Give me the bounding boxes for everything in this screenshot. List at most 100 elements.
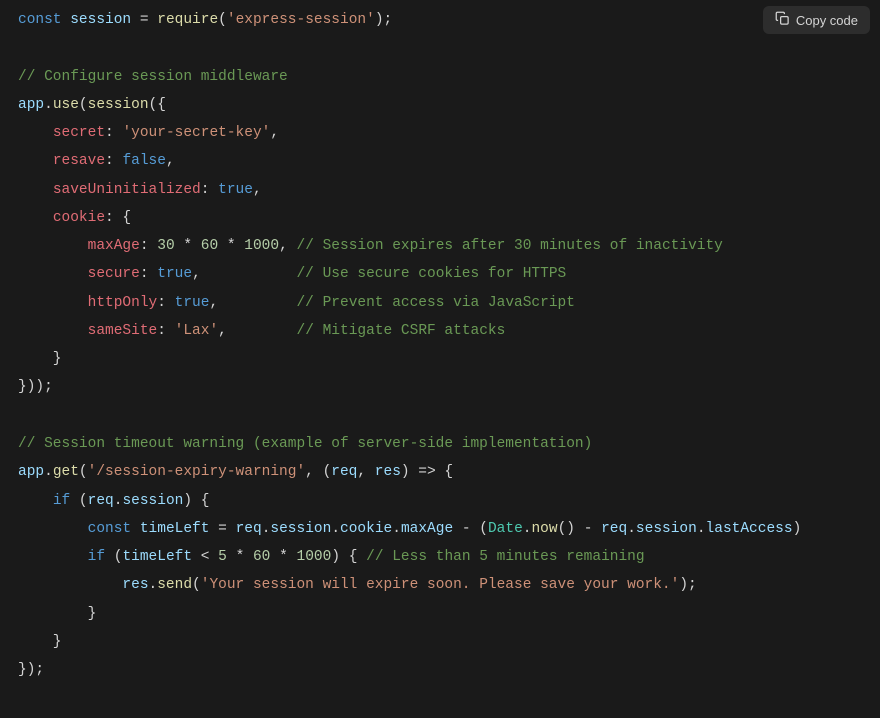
copy-code-label: Copy code xyxy=(796,13,858,28)
code-token: res xyxy=(375,464,401,480)
code-token: // Prevent access via JavaScript xyxy=(296,295,574,311)
code-token: ) xyxy=(793,521,802,537)
code-token: httpOnly xyxy=(88,295,158,311)
code-token: : xyxy=(157,323,174,339)
code-token: * xyxy=(218,238,244,254)
code-token xyxy=(18,521,88,537)
code-token: , xyxy=(166,153,175,169)
code-token: , xyxy=(253,182,262,198)
code-token: ) { xyxy=(183,493,209,509)
code-token xyxy=(18,577,122,593)
code-token: } xyxy=(18,606,96,622)
code-token: : xyxy=(140,238,157,254)
code-token: < xyxy=(192,549,218,565)
code-token: resave xyxy=(53,153,105,169)
code-token: false xyxy=(122,153,166,169)
code-token: : { xyxy=(105,210,131,226)
code-token xyxy=(18,266,88,282)
code-token xyxy=(18,153,53,169)
code-token: , xyxy=(279,238,296,254)
code-token xyxy=(18,295,88,311)
code-token: if xyxy=(53,493,70,509)
code-token: - ( xyxy=(453,521,488,537)
code-token: true xyxy=(157,266,192,282)
code-token: const xyxy=(88,521,140,537)
code-token: : xyxy=(140,266,157,282)
code-token: get xyxy=(53,464,79,480)
code-token: if xyxy=(88,549,105,565)
code-token: . xyxy=(627,521,636,537)
code-token: 60 xyxy=(253,549,270,565)
code-token: session xyxy=(270,521,331,537)
code-token: sameSite xyxy=(88,323,158,339)
code-token: // Session expires after 30 minutes of i… xyxy=(297,238,723,254)
copy-icon xyxy=(775,11,790,29)
code-token: () - xyxy=(558,521,602,537)
code-token: session xyxy=(70,12,131,28)
code-token: . xyxy=(331,521,340,537)
code-token: '/session-expiry-warning' xyxy=(88,464,306,480)
code-token: } xyxy=(18,351,62,367)
code-token: require xyxy=(157,12,218,28)
code-token: : xyxy=(105,153,122,169)
code-token: Date xyxy=(488,521,523,537)
code-token: ) { xyxy=(331,549,366,565)
code-token: ( xyxy=(105,549,122,565)
copy-code-button[interactable]: Copy code xyxy=(763,6,870,34)
code-token: // Session timeout warning (example of s… xyxy=(18,436,592,452)
code-token: * xyxy=(175,238,201,254)
code-token xyxy=(18,238,88,254)
code-token: 1000 xyxy=(297,549,332,565)
code-token: 30 xyxy=(157,238,174,254)
code-token: })); xyxy=(18,379,53,395)
code-token: secure xyxy=(88,266,140,282)
code-token: , xyxy=(192,266,296,282)
code-token: 'Your session will expire soon. Please s… xyxy=(201,577,680,593)
code-token: , ( xyxy=(305,464,331,480)
code-token: // Less than 5 minutes remaining xyxy=(366,549,644,565)
code-token: saveUninitialized xyxy=(53,182,201,198)
code-token: , xyxy=(270,125,279,141)
code-token: * xyxy=(227,549,253,565)
code-token: 1000 xyxy=(244,238,279,254)
code-token: true xyxy=(218,182,253,198)
code-token xyxy=(18,125,53,141)
code-token: 'express-session' xyxy=(227,12,375,28)
code-token: // Use secure cookies for HTTPS xyxy=(296,266,566,282)
code-token: ( xyxy=(79,464,88,480)
code-token: : xyxy=(157,295,174,311)
code-token: . xyxy=(149,577,158,593)
code-token: ( xyxy=(192,577,201,593)
code-token: * xyxy=(270,549,296,565)
code-token: use xyxy=(53,97,79,113)
code-token: 'your-secret-key' xyxy=(122,125,270,141)
code-token: maxAge xyxy=(88,238,140,254)
code-token: }); xyxy=(18,662,44,678)
code-token: ( xyxy=(70,493,87,509)
code-token: req xyxy=(236,521,262,537)
code-token: session xyxy=(88,97,149,113)
code-token: cookie xyxy=(340,521,392,537)
code-token: true xyxy=(175,295,210,311)
code-block: const session = require('express-session… xyxy=(18,6,880,684)
code-token: , xyxy=(357,464,374,480)
code-token: , xyxy=(218,323,296,339)
code-token: : xyxy=(201,182,218,198)
code-token: // Mitigate CSRF attacks xyxy=(297,323,506,339)
code-token: req xyxy=(601,521,627,537)
code-token: , xyxy=(209,295,296,311)
code-token: ( xyxy=(79,97,88,113)
code-token: session xyxy=(122,493,183,509)
code-token: send xyxy=(157,577,192,593)
code-token: ); xyxy=(375,12,392,28)
code-token: app xyxy=(18,97,44,113)
code-token: lastAccess xyxy=(706,521,793,537)
code-token: secret xyxy=(53,125,105,141)
code-token: now xyxy=(531,521,557,537)
code-token: . xyxy=(697,521,706,537)
code-token: 60 xyxy=(201,238,218,254)
code-token: timeLeft xyxy=(140,521,210,537)
code-token: cookie xyxy=(53,210,105,226)
code-token xyxy=(18,182,53,198)
code-token xyxy=(18,549,88,565)
